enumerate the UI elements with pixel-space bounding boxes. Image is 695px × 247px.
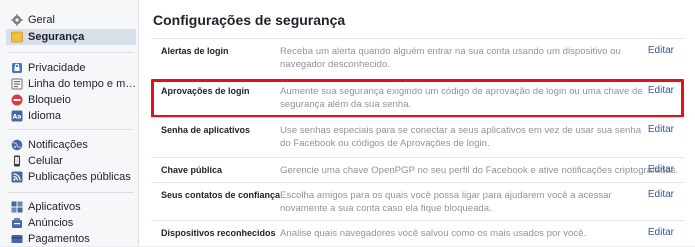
sidebar-item-label: Pagamentos xyxy=(28,233,90,245)
settings-sidebar: Geral Segurança Privacidade Linha do tem… xyxy=(0,0,138,246)
sidebar-item-blocking[interactable]: Bloqueio xyxy=(8,92,138,108)
setting-description: Receba um alerta quando alguém entrar na… xyxy=(280,46,621,70)
sidebar-item-label: Segurança xyxy=(28,31,85,43)
setting-label: Chave pública xyxy=(161,165,223,175)
sidebar-group-privacy: Privacidade Linha do tempo e marc… Bloqu… xyxy=(8,60,138,124)
sidebar-item-label: Anúncios xyxy=(28,217,74,229)
setting-row-login-alerts[interactable]: Alertas de login Receba um alerta quando… xyxy=(151,38,684,78)
setting-description: Gerencie uma chave OpenPGP no seu perfil… xyxy=(280,165,679,176)
edit-link[interactable]: Editar xyxy=(648,189,674,200)
sidebar-item-label: Linha do tempo e marc… xyxy=(28,78,138,90)
sidebar-divider xyxy=(8,192,134,193)
edit-link[interactable]: Editar xyxy=(648,45,674,56)
sidebar-item-label: Bloqueio xyxy=(28,94,71,106)
apps-icon xyxy=(11,201,23,213)
svg-text:Aa: Aa xyxy=(13,114,22,121)
edit-link[interactable]: Editar xyxy=(648,227,674,238)
edit-link[interactable]: Editar xyxy=(648,124,674,135)
payments-icon xyxy=(11,235,23,243)
setting-description: Use senhas especiais para se conectar a … xyxy=(280,125,642,149)
shield-icon xyxy=(11,31,23,43)
security-settings-panel: Configurações de segurança Alertas de lo… xyxy=(138,0,695,246)
setting-label: Seus contatos de confiança xyxy=(161,190,281,200)
setting-row-recognized-devices[interactable]: Dispositivos reconhecidos Analise quais … xyxy=(151,220,684,247)
sidebar-group-notifications: Notificações Celular Publicações pública… xyxy=(8,137,138,185)
setting-row-app-passwords[interactable]: Senha de aplicativos Use senhas especiai… xyxy=(151,117,684,158)
language-icon: Aa xyxy=(11,110,23,122)
setting-label: Aprovações de login xyxy=(161,86,250,96)
sidebar-group-apps: Aplicativos Anúncios Pagamentos xyxy=(8,199,138,247)
setting-row-trusted-contacts[interactable]: Seus contatos de confiança Escolha amigo… xyxy=(151,182,684,221)
sidebar-item-label: Geral xyxy=(28,14,55,26)
sidebar-item-label: Celular xyxy=(28,155,63,167)
setting-description: Analise quais navegadores você salvou co… xyxy=(280,228,587,239)
ads-icon xyxy=(12,218,22,228)
edit-link[interactable]: Editar xyxy=(648,164,674,175)
sidebar-item-timeline[interactable]: Linha do tempo e marc… xyxy=(8,76,138,92)
sidebar-item-notifications[interactable]: Notificações xyxy=(8,137,138,153)
page-title: Configurações de segurança xyxy=(153,12,346,28)
rss-icon xyxy=(11,171,23,183)
sidebar-divider xyxy=(8,129,134,130)
sidebar-item-apps[interactable]: Aplicativos xyxy=(8,199,138,215)
setting-row-login-approvals[interactable]: Aprovações de login Aumente sua seguranç… xyxy=(151,79,684,118)
sidebar-item-label: Idioma xyxy=(28,110,62,122)
setting-description: Aumente sua segurança exigindo um código… xyxy=(280,86,643,110)
edit-link[interactable]: Editar xyxy=(648,85,674,96)
sidebar-group-general: Geral Segurança xyxy=(6,12,138,45)
globe-icon xyxy=(11,139,23,151)
sidebar-item-public-posts[interactable]: Publicações públicas xyxy=(8,169,138,185)
sidebar-item-language[interactable]: Aa Idioma xyxy=(8,108,138,124)
setting-label: Senha de aplicativos xyxy=(161,125,251,135)
setting-row-public-key[interactable]: Chave pública Gerencie uma chave OpenPGP… xyxy=(151,157,684,183)
setting-description: Escolha amigos para os quais você possa … xyxy=(280,190,612,214)
setting-label: Dispositivos reconhecidos xyxy=(161,228,276,238)
sidebar-divider xyxy=(8,52,134,53)
sidebar-item-privacy[interactable]: Privacidade xyxy=(8,60,138,76)
mobile-icon xyxy=(14,155,20,167)
sidebar-item-general[interactable]: Geral xyxy=(8,12,138,28)
setting-label: Alertas de login xyxy=(161,46,229,56)
sidebar-item-label: Privacidade xyxy=(28,62,86,74)
sidebar-item-security[interactable]: Segurança xyxy=(6,29,136,45)
lock-icon xyxy=(12,63,22,73)
gear-icon xyxy=(11,14,23,26)
sidebar-item-payments[interactable]: Pagamentos xyxy=(8,231,138,247)
block-icon xyxy=(11,94,23,106)
sidebar-item-ads[interactable]: Anúncios xyxy=(8,215,138,231)
sidebar-item-label: Notificações xyxy=(28,139,88,151)
sidebar-item-label: Aplicativos xyxy=(28,201,81,213)
timeline-icon xyxy=(11,78,23,90)
sidebar-item-label: Publicações públicas xyxy=(28,171,131,183)
sidebar-item-mobile[interactable]: Celular xyxy=(8,153,138,169)
